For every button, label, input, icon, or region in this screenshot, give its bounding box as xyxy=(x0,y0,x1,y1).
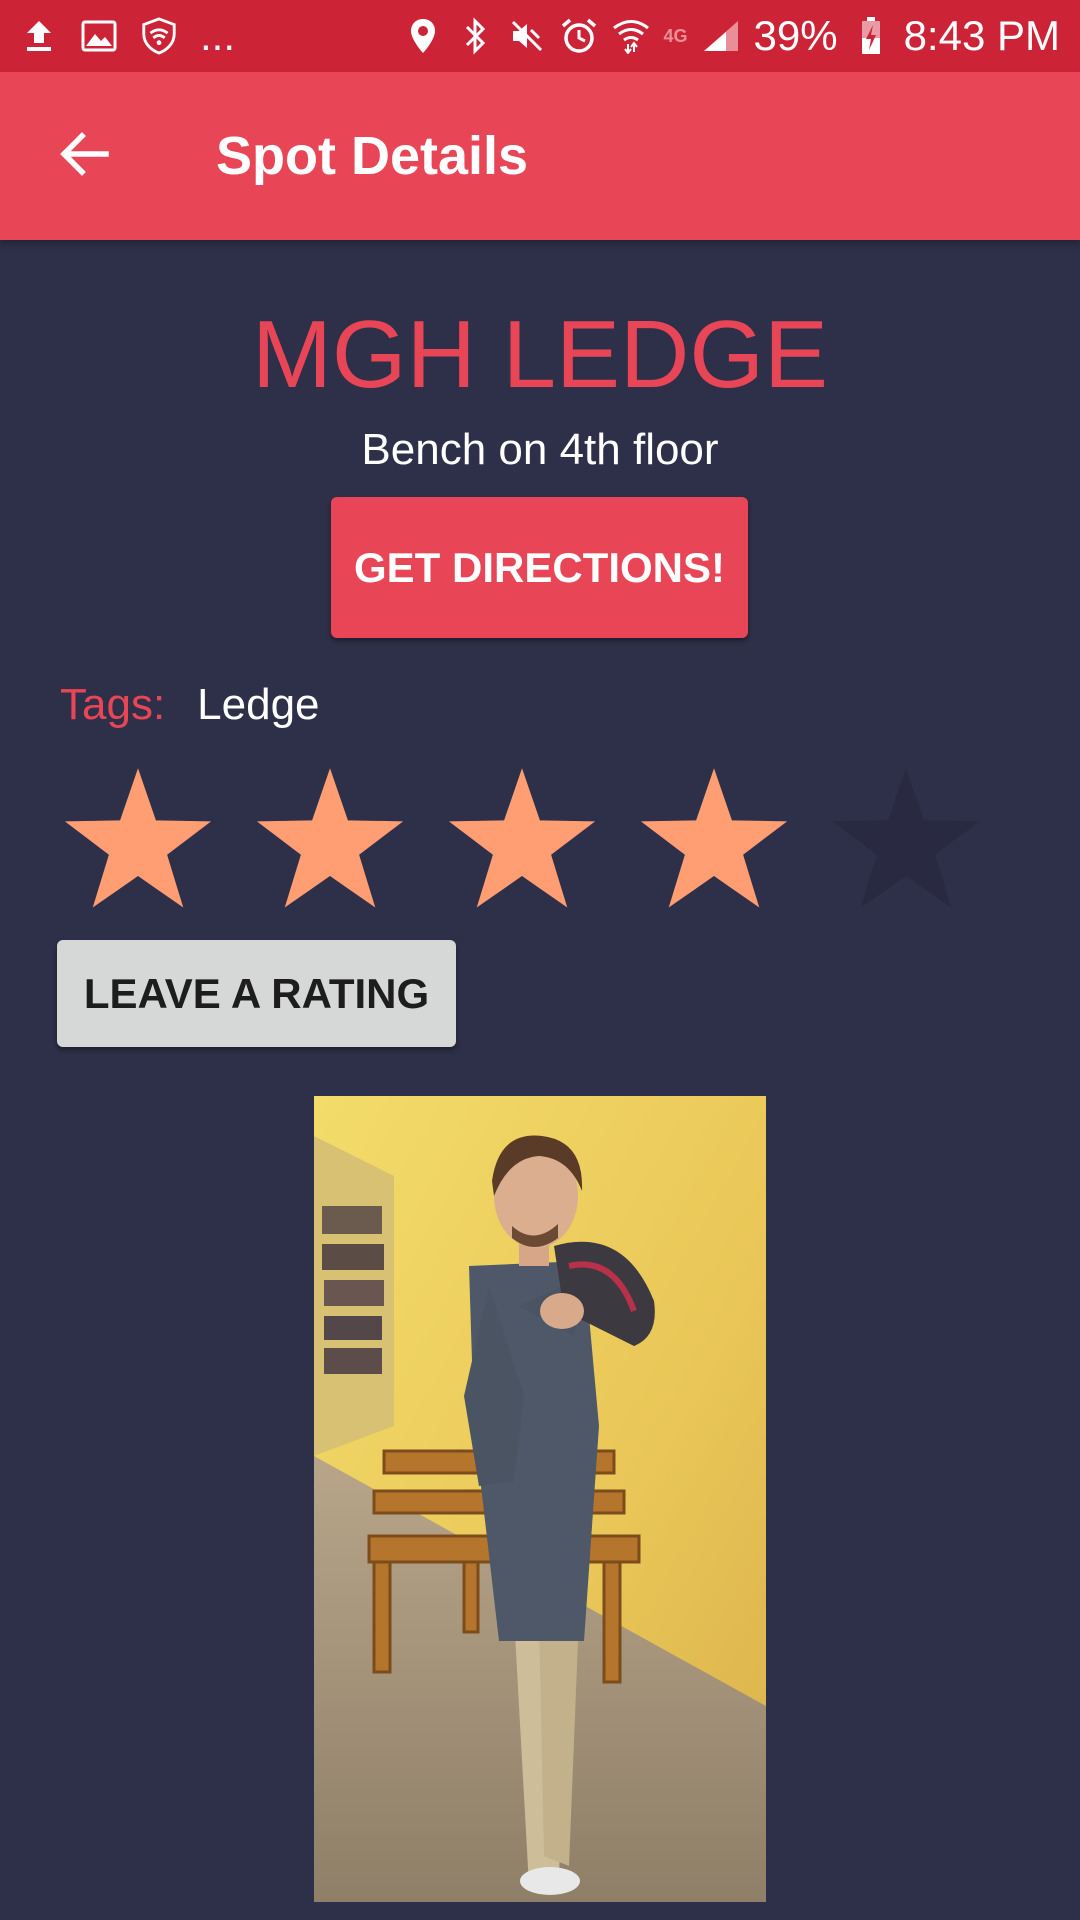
tags-row: Tags: Ledge xyxy=(60,675,320,735)
arrow-back-icon xyxy=(58,130,110,183)
back-button[interactable] xyxy=(44,116,124,196)
spot-name: MGH LEDGE xyxy=(251,301,829,408)
image-icon xyxy=(80,17,118,55)
location-pin-icon xyxy=(404,17,442,55)
upload-icon xyxy=(20,17,58,55)
status-bar-left: ... xyxy=(20,0,235,72)
star-filled-icon[interactable] xyxy=(442,765,602,925)
get-directions-button[interactable]: GET DIRECTIONS! xyxy=(331,497,748,638)
status-overflow-text: ... xyxy=(200,12,236,59)
spot-description: Bench on 4th floor xyxy=(361,425,719,474)
page-title: Spot Details xyxy=(216,126,529,186)
tags-label: Tags: xyxy=(60,680,166,729)
spot-photo xyxy=(314,1096,766,1902)
signal-icon xyxy=(702,17,740,55)
star-empty-icon[interactable] xyxy=(826,765,986,925)
status-bar-right: 4G 39% 8:43 PM xyxy=(404,0,1060,72)
star-filled-icon[interactable] xyxy=(250,765,410,925)
star-rating[interactable] xyxy=(58,765,986,925)
mute-icon xyxy=(508,17,546,55)
app-bar: Spot Details xyxy=(0,72,1080,240)
wifi-icon xyxy=(612,17,650,55)
star-filled-icon[interactable] xyxy=(58,765,218,925)
bluetooth-icon xyxy=(456,17,494,55)
lte-icon: 4G xyxy=(663,26,688,46)
tag-item: Ledge xyxy=(197,680,320,729)
battery-charging-icon xyxy=(852,17,890,55)
status-time: 8:43 PM xyxy=(903,12,1060,59)
leave-rating-button[interactable]: LEAVE A RATING xyxy=(57,940,456,1047)
status-bar: ... 4G 39% 8:43 PM xyxy=(0,0,1080,72)
star-filled-icon[interactable] xyxy=(634,765,794,925)
alarm-icon xyxy=(560,17,598,55)
battery-percent: 39% xyxy=(753,12,838,59)
photo-person-bench-icon xyxy=(314,1096,766,1902)
shield-wifi-icon xyxy=(140,17,178,55)
